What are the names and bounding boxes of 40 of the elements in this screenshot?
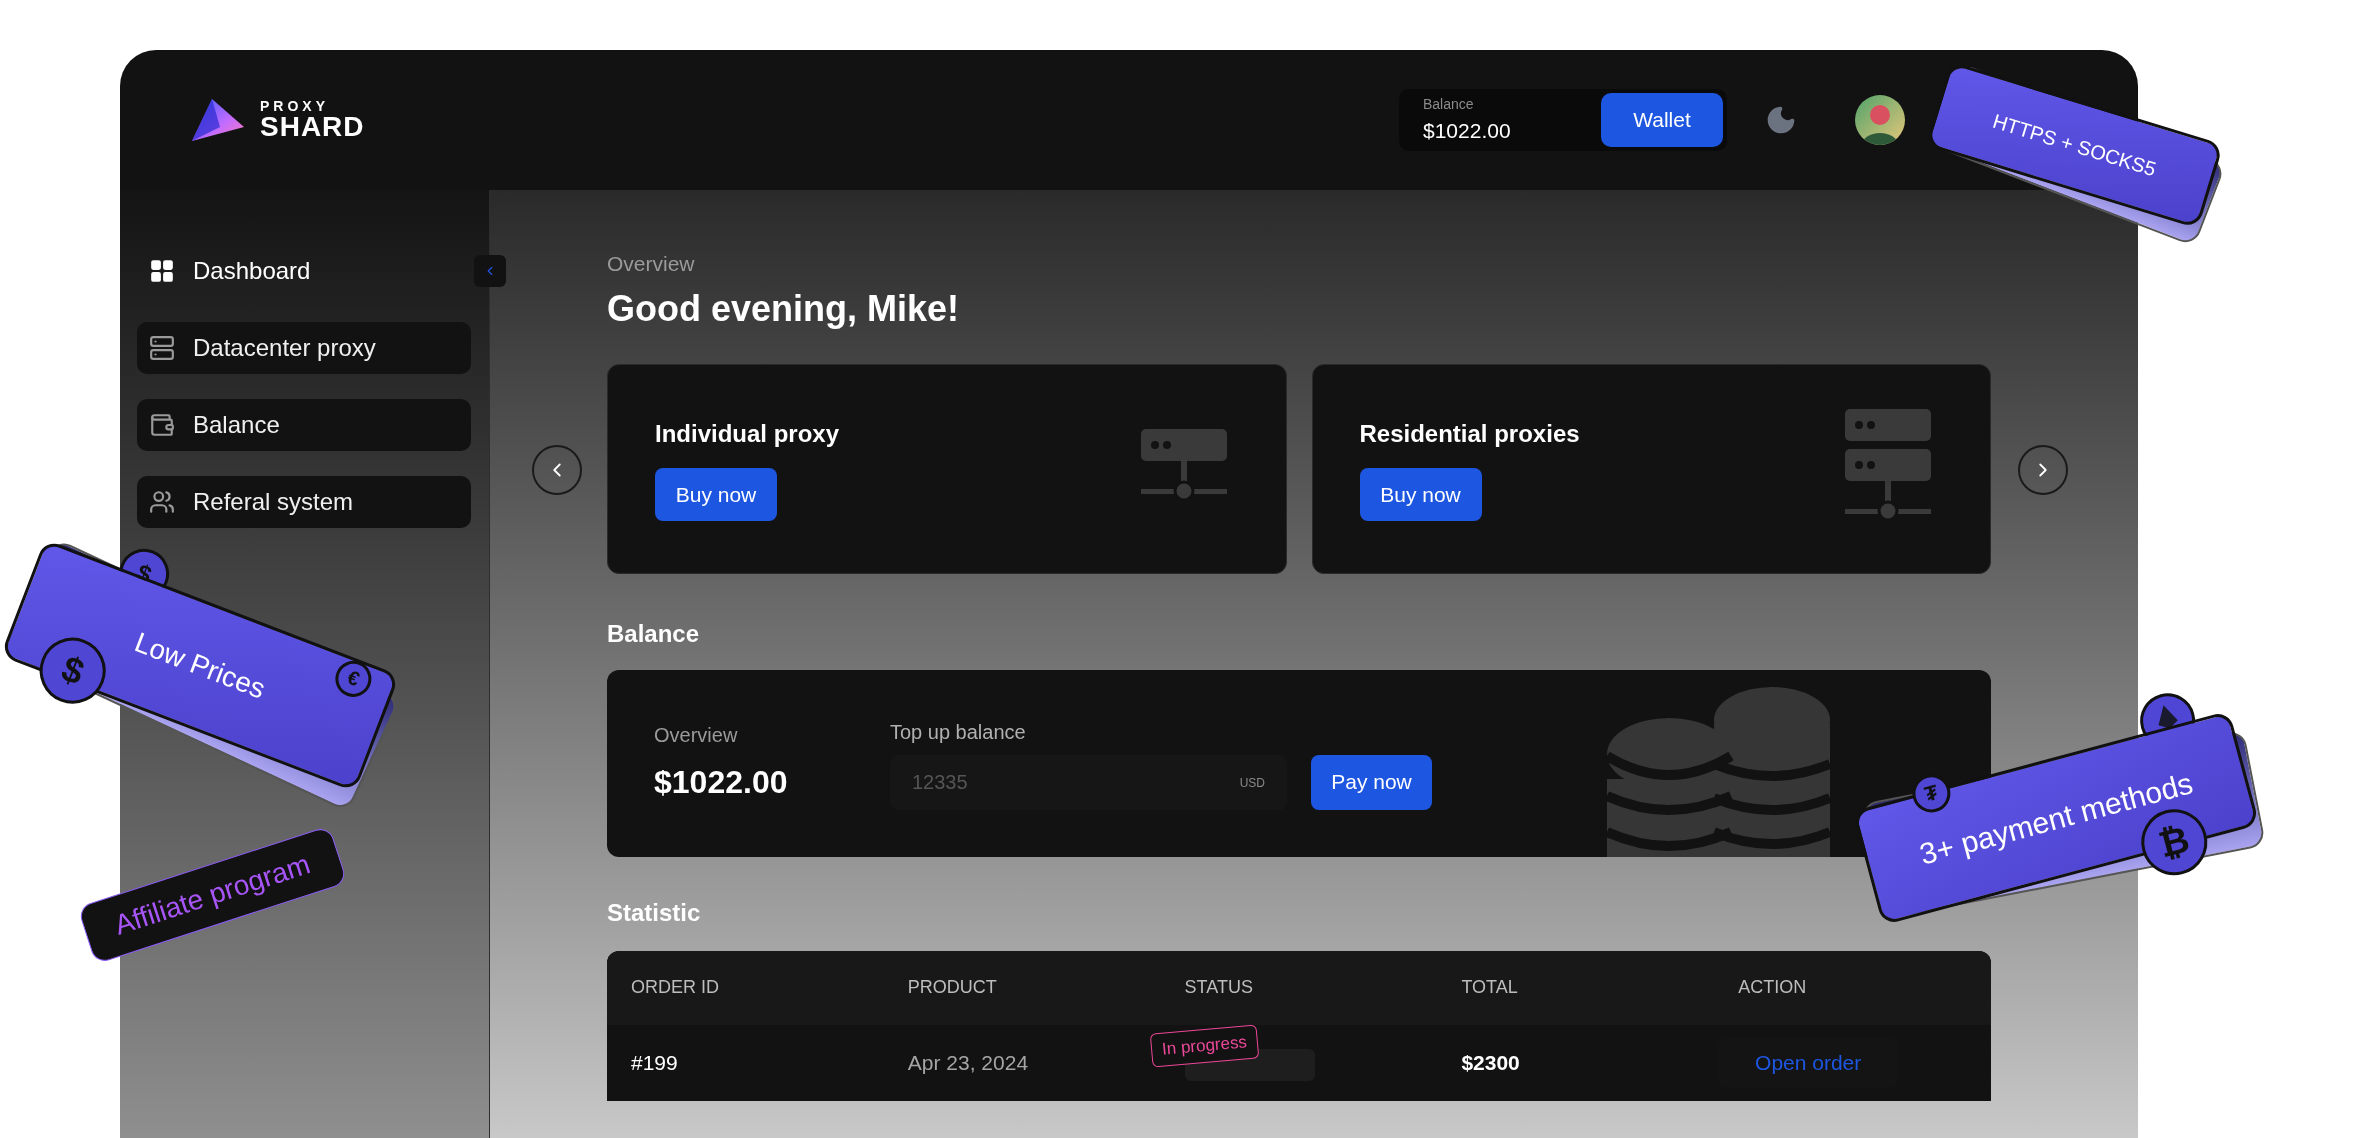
sidebar-item[interactable]: Dashboard	[137, 245, 471, 297]
greeting: Good evening, Mike!	[607, 286, 961, 331]
grid-icon	[149, 258, 175, 284]
section-title: Statistic	[607, 897, 702, 928]
next-button[interactable]	[2018, 445, 2068, 495]
table-cell: #199	[631, 1050, 678, 1074]
column-header: ORDER ID	[631, 977, 719, 997]
brand-subtitle: PROXY	[260, 99, 330, 113]
sidebar-item[interactable]: Balance	[137, 399, 471, 451]
section-title: Balance	[607, 618, 701, 649]
theme-toggle-icon[interactable]	[1765, 104, 1797, 136]
column-header: TOTAL	[1461, 977, 1518, 997]
collapse-button[interactable]	[474, 255, 506, 287]
sidebar-item[interactable]: Datacenter proxy	[137, 322, 471, 374]
sidebar-item[interactable]: Referal system	[137, 476, 471, 528]
wallet-button[interactable]: Wallet	[1601, 93, 1723, 147]
currency-label: USD	[1239, 774, 1265, 792]
topup-label: Top up balance	[890, 719, 1027, 745]
previous-button[interactable]	[532, 445, 582, 495]
overview-label: Overview	[654, 723, 739, 748]
wallet-icon	[149, 412, 175, 438]
logo-icon	[190, 97, 246, 143]
balance-amount: $1022.00	[654, 763, 789, 802]
brand-name: SHARD	[260, 113, 365, 141]
product-title: Residential proxies	[1359, 419, 1580, 449]
balance-label: Balance	[1423, 94, 1475, 114]
buy-button[interactable]: Buy now	[1359, 468, 1482, 521]
column-header: STATUS	[1184, 977, 1253, 997]
overview-label: Overview	[607, 251, 696, 277]
buy-button[interactable]: Buy now	[655, 468, 777, 521]
user-avatar[interactable]	[1855, 95, 1905, 145]
server-icon	[149, 335, 175, 361]
pay-button[interactable]: Pay now	[1311, 754, 1432, 810]
column-header: PRODUCT	[907, 977, 997, 997]
users-icon	[149, 489, 175, 515]
column-header: ACTION	[1738, 977, 1807, 997]
table-cell: $2300	[1461, 1050, 1520, 1074]
balance-value: $1022.00	[1423, 117, 1511, 144]
table-cell: Apr 23, 2024	[907, 1050, 1029, 1074]
product-title: Individual proxy	[655, 419, 840, 449]
